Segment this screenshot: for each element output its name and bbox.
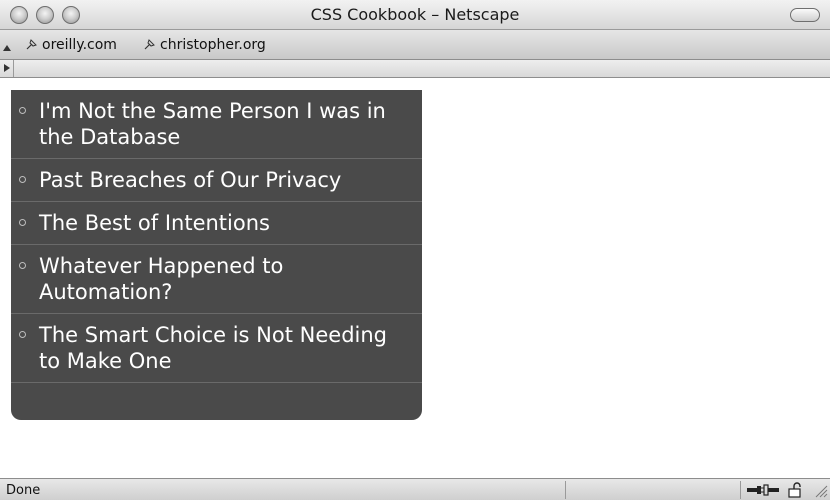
circle-bullet-icon <box>19 262 26 269</box>
status-text: Done <box>6 483 41 498</box>
status-bar: Done <box>0 478 830 500</box>
circle-bullet-icon <box>19 219 26 226</box>
nav-item-automation[interactable]: Whatever Happened to Automation? <box>11 245 422 314</box>
bookmark-label: oreilly.com <box>42 37 117 53</box>
collapse-triangle-icon[interactable] <box>3 45 11 51</box>
bookmark-christopher[interactable]: christopher.org <box>142 37 266 53</box>
nav-item-intentions[interactable]: The Best of Intentions <box>11 202 422 245</box>
title-bar: CSS Cookbook – Netscape <box>0 0 830 30</box>
toolbar-toggle-button[interactable] <box>790 8 820 22</box>
circle-bullet-icon <box>19 176 26 183</box>
nav-item-label: Past Breaches of Our Privacy <box>39 168 342 192</box>
nav-list: I'm Not the Same Person I was in the Dat… <box>11 90 422 383</box>
nav-item-privacy[interactable]: Past Breaches of Our Privacy <box>11 159 422 202</box>
circle-bullet-icon <box>19 331 26 338</box>
status-divider <box>740 481 741 499</box>
lock-icon[interactable] <box>786 482 806 498</box>
nav-item-label: Whatever Happened to Automation? <box>39 254 284 304</box>
expand-triangle-icon <box>4 64 10 72</box>
nav-item-label: The Best of Intentions <box>39 211 270 235</box>
nav-item-smart-choice[interactable]: The Smart Choice is Not Needing to Make … <box>11 314 422 383</box>
status-divider <box>565 481 566 499</box>
resize-grip-icon[interactable] <box>812 482 828 498</box>
nav-item-database[interactable]: I'm Not the Same Person I was in the Dat… <box>11 90 422 159</box>
nav-menu: I'm Not the Same Person I was in the Dat… <box>11 90 422 420</box>
page-content: I'm Not the Same Person I was in the Dat… <box>0 78 830 478</box>
collapsed-toolbar <box>0 60 830 78</box>
circle-bullet-icon <box>19 107 26 114</box>
window-title: CSS Cookbook – Netscape <box>310 5 520 24</box>
bookmark-pin-icon <box>26 39 37 50</box>
connection-icon[interactable] <box>746 482 780 498</box>
expand-toolbar-button[interactable] <box>0 60 14 77</box>
bookmark-oreilly[interactable]: oreilly.com <box>24 37 117 53</box>
bookmark-pin-icon <box>144 39 155 50</box>
nav-item-label: I'm Not the Same Person I was in the Dat… <box>39 99 386 149</box>
browser-window: CSS Cookbook – Netscape oreilly.com chri… <box>0 0 830 500</box>
bookmark-label: christopher.org <box>160 37 266 53</box>
bookmarks-bar: oreilly.com christopher.org <box>0 30 830 60</box>
nav-item-label: The Smart Choice is Not Needing to Make … <box>39 323 387 373</box>
